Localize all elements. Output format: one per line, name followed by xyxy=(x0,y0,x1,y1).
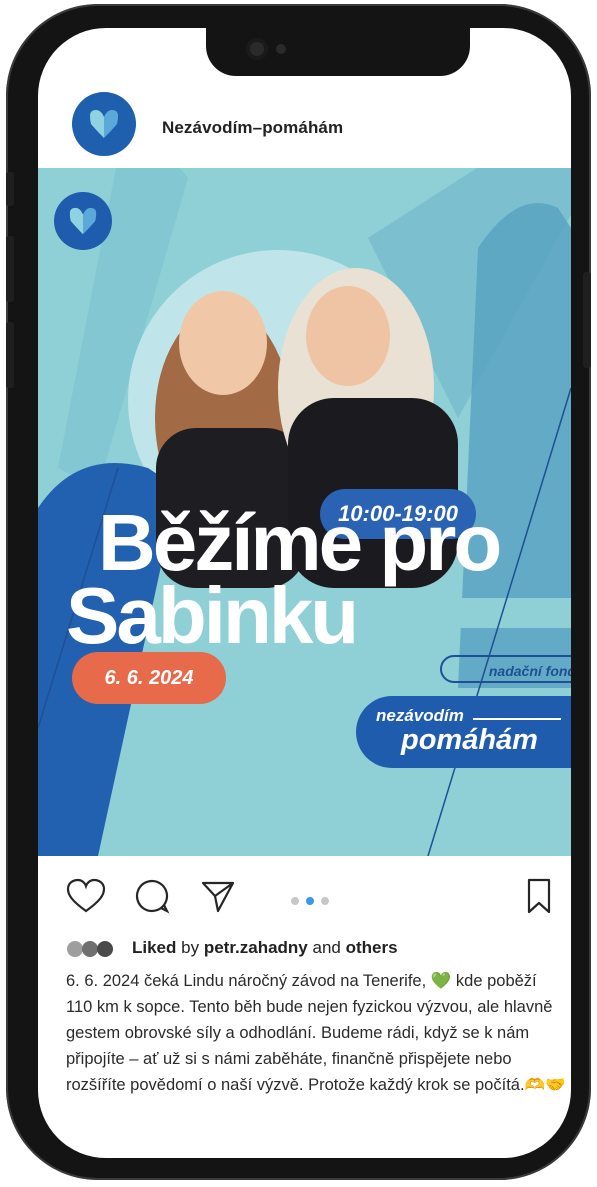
heart-logo-icon xyxy=(69,207,97,235)
comment-icon[interactable] xyxy=(134,878,170,914)
liked-label: Liked xyxy=(132,938,177,957)
heart-logo-icon xyxy=(90,110,118,138)
phone-screen: Nezávodím–pomáhám 10:00-19:00 Běžíme pro… xyxy=(38,28,571,1158)
post-logo xyxy=(54,192,112,250)
bookmark-icon[interactable] xyxy=(526,878,552,914)
post-title-line2: Sabinku xyxy=(66,571,359,660)
post-header: Nezávodím–pomáhám xyxy=(38,86,571,166)
brand-divider xyxy=(473,718,561,720)
heart-icon[interactable] xyxy=(66,878,106,914)
post-actions xyxy=(38,878,571,922)
carousel-dot xyxy=(291,897,299,905)
carousel-dot-active xyxy=(306,897,314,905)
date-badge: 6. 6. 2024 xyxy=(72,652,226,704)
post-caption: 6. 6. 2024 čeká Lindu náročný závod na T… xyxy=(66,972,566,1094)
camera-icon xyxy=(246,38,268,60)
side-button xyxy=(6,322,14,388)
side-button xyxy=(6,236,14,302)
fund-label: nadační fond xyxy=(440,655,571,683)
notch xyxy=(206,28,470,76)
phone-frame: Nezávodím–pomáhám 10:00-19:00 Běžíme pro… xyxy=(6,4,591,1180)
brand-badge: nezávodím pomáhám xyxy=(356,696,571,768)
liked-others[interactable]: others xyxy=(346,938,398,957)
carousel-dots xyxy=(291,892,336,910)
brand-line1: nezávodím xyxy=(376,706,464,725)
liked-by: by xyxy=(181,938,200,957)
post-image[interactable]: 10:00-19:00 Běžíme pro Sabinku 6. 6. 202… xyxy=(38,168,571,856)
share-icon[interactable] xyxy=(200,878,236,914)
brand-line2: pomáhám xyxy=(401,724,538,756)
side-button xyxy=(583,272,591,368)
liked-and: and xyxy=(312,938,341,957)
sensor-icon xyxy=(276,44,286,54)
liker-avatars-icon xyxy=(67,940,113,957)
account-name[interactable]: Nezávodím–pomáhám xyxy=(162,118,343,138)
liked-user[interactable]: petr.zahadny xyxy=(204,938,308,957)
side-button xyxy=(6,172,14,206)
likes-line: Liked by petr.zahadny and others xyxy=(66,938,398,958)
avatar[interactable] xyxy=(72,92,136,156)
carousel-dot xyxy=(321,897,329,905)
